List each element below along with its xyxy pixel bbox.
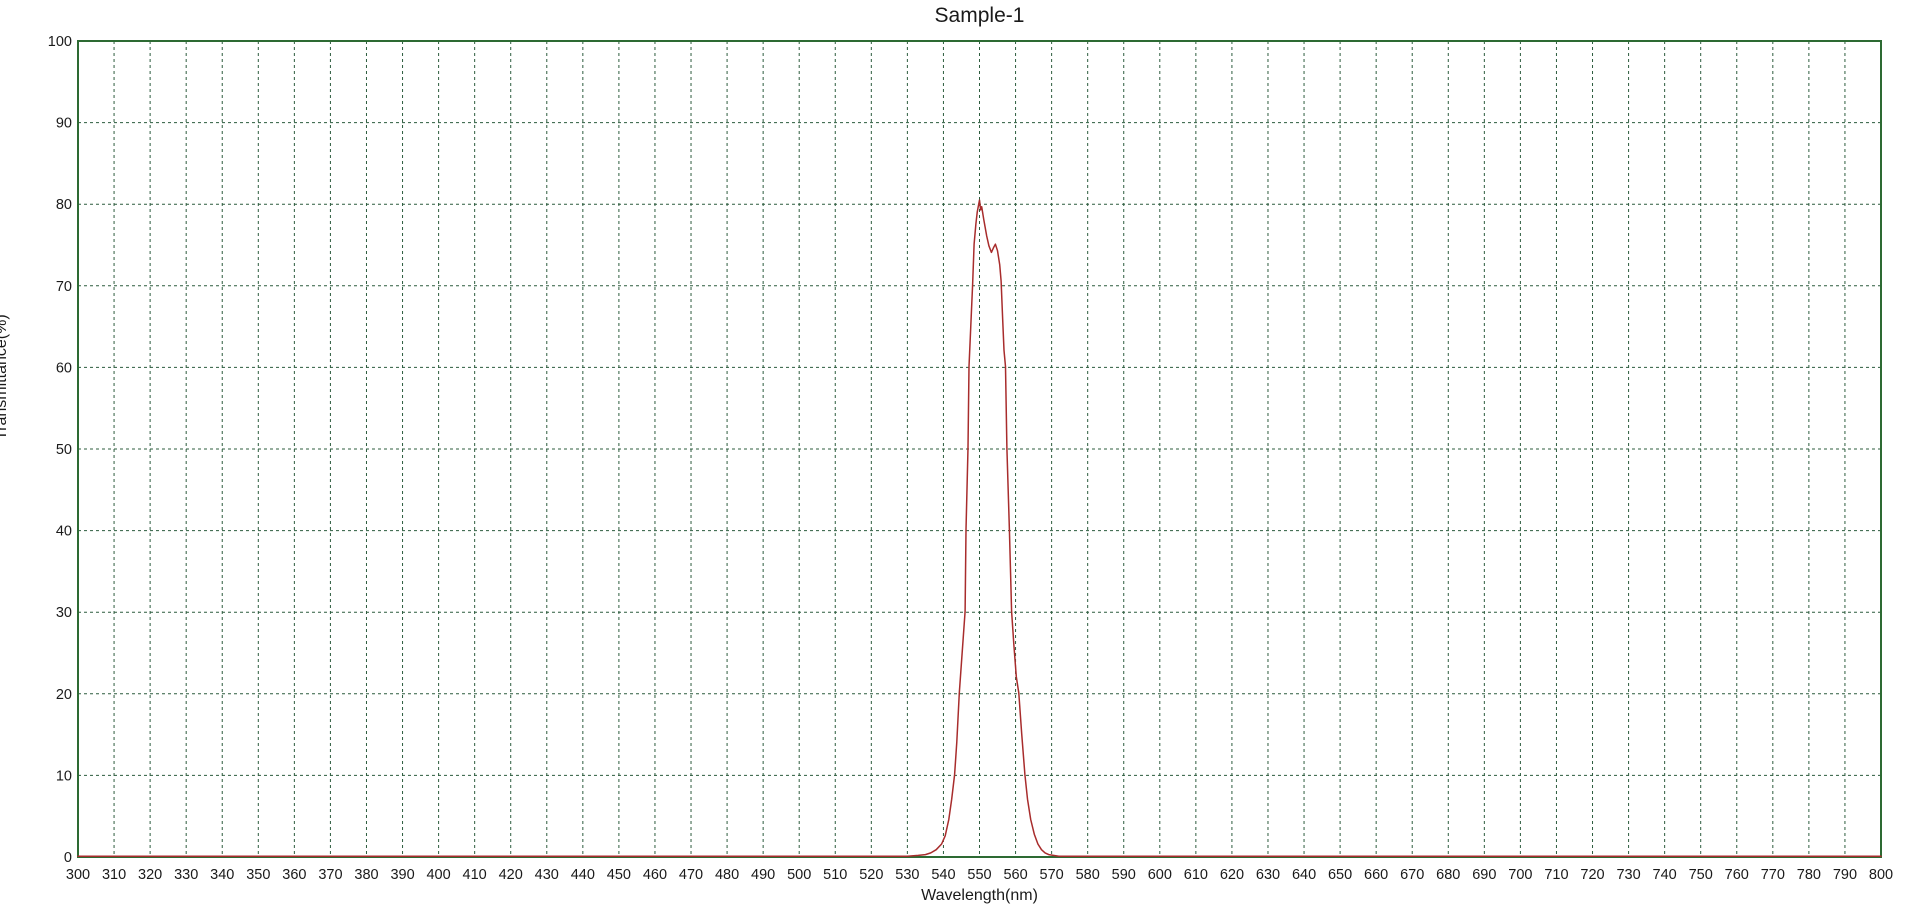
x-tick-label: 400: [426, 867, 450, 883]
x-tick-label: 570: [1040, 867, 1064, 883]
y-tick-label: 20: [56, 687, 72, 703]
x-tick-label: 340: [210, 867, 234, 883]
x-tick-label: 410: [463, 867, 487, 883]
x-tick-label: 530: [895, 867, 919, 883]
y-tick-label: 80: [56, 197, 72, 213]
y-tick-label: 30: [56, 605, 72, 621]
x-tick-label: 360: [282, 867, 306, 883]
plot-svg: 3003103203303403503603703803904004104204…: [0, 0, 1905, 910]
y-tick-label: 70: [56, 279, 72, 295]
y-tick-label: 60: [56, 360, 72, 376]
y-tick-label: 10: [56, 768, 72, 784]
x-tick-label: 540: [931, 867, 955, 883]
y-tick-label: 100: [48, 34, 72, 50]
x-tick-label: 620: [1220, 867, 1244, 883]
x-tick-label: 550: [967, 867, 991, 883]
y-tick-label: 0: [64, 850, 72, 866]
x-tick-label: 590: [1112, 867, 1136, 883]
x-tick-label: 370: [318, 867, 342, 883]
y-tick-labels: 0 10 20 30 40 50 60 70 80 90 100: [48, 34, 72, 866]
x-tick-label: 520: [859, 867, 883, 883]
y-tick-label: 90: [56, 116, 72, 132]
x-tick-label: 490: [751, 867, 775, 883]
x-tick-label: 500: [787, 867, 811, 883]
x-tick-label: 720: [1580, 867, 1604, 883]
x-tick-label: 790: [1833, 867, 1857, 883]
x-tick-label: 660: [1364, 867, 1388, 883]
x-tick-label: 740: [1653, 867, 1677, 883]
x-tick-label: 690: [1472, 867, 1496, 883]
x-tick-label: 330: [174, 867, 198, 883]
x-tick-label: 560: [1003, 867, 1027, 883]
x-tick-label: 430: [535, 867, 559, 883]
x-tick-label: 640: [1292, 867, 1316, 883]
y-tick-label: 50: [56, 442, 72, 458]
x-tick-label: 700: [1508, 867, 1532, 883]
x-tick-label: 390: [390, 867, 414, 883]
x-tick-label: 650: [1328, 867, 1352, 883]
chart-title: Sample-1: [78, 4, 1881, 28]
x-tick-label: 760: [1725, 867, 1749, 883]
x-tick-label: 750: [1689, 867, 1713, 883]
x-tick-label: 710: [1544, 867, 1568, 883]
x-tick-label: 300: [66, 867, 90, 883]
x-tick-labels: 300 310 320 330 340 350 360 370 380 390 400 410 420 4…: [66, 867, 1893, 883]
x-tick-label: 770: [1761, 867, 1785, 883]
x-tick-label: 680: [1436, 867, 1460, 883]
x-tick-label: 450: [607, 867, 631, 883]
gridlines: [78, 41, 1881, 857]
x-tick-label: 580: [1076, 867, 1100, 883]
x-tick-label: 440: [571, 867, 595, 883]
x-tick-label: 320: [138, 867, 162, 883]
x-tick-label: 480: [715, 867, 739, 883]
x-tick-label: 470: [679, 867, 703, 883]
x-axis-title: Wavelength(nm): [78, 887, 1881, 905]
x-tick-label: 780: [1797, 867, 1821, 883]
x-tick-label: 310: [102, 867, 126, 883]
x-tick-label: 800: [1869, 867, 1893, 883]
x-tick-label: 610: [1184, 867, 1208, 883]
x-tick-label: 670: [1400, 867, 1424, 883]
x-tick-label: 420: [499, 867, 523, 883]
x-tick-label: 730: [1616, 867, 1640, 883]
y-axis-title: Transmittance(%): [0, 314, 11, 440]
x-tick-label: 510: [823, 867, 847, 883]
chart-canvas: Sample-1 Transmittance(%) Wavelength(nm)…: [0, 0, 1905, 910]
x-tick-label: 630: [1256, 867, 1280, 883]
x-tick-label: 600: [1148, 867, 1172, 883]
x-tick-label: 380: [354, 867, 378, 883]
y-tick-label: 40: [56, 524, 72, 540]
x-tick-label: 460: [643, 867, 667, 883]
x-tick-label: 350: [246, 867, 270, 883]
